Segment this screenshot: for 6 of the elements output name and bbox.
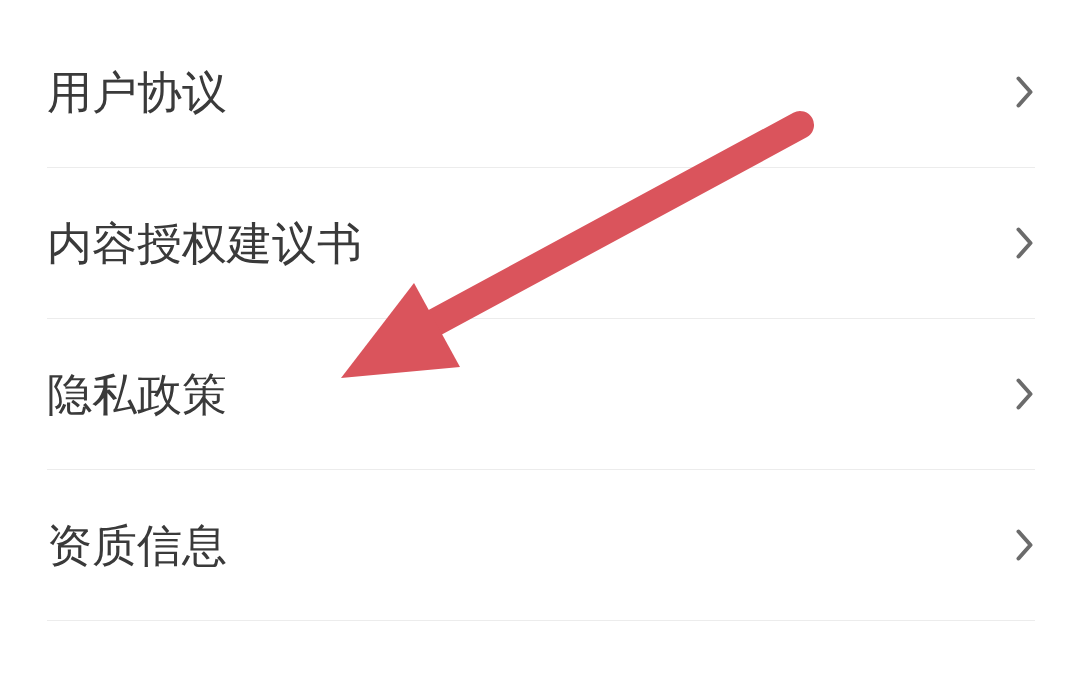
chevron-right-icon	[1016, 378, 1033, 410]
list-item[interactable]: 用户协议	[47, 17, 1035, 168]
chevron-right-icon	[1016, 76, 1033, 108]
list-item[interactable]: 资质信息	[47, 470, 1035, 621]
chevron-right-icon	[1016, 529, 1033, 561]
chevron-right-icon	[1016, 227, 1033, 259]
